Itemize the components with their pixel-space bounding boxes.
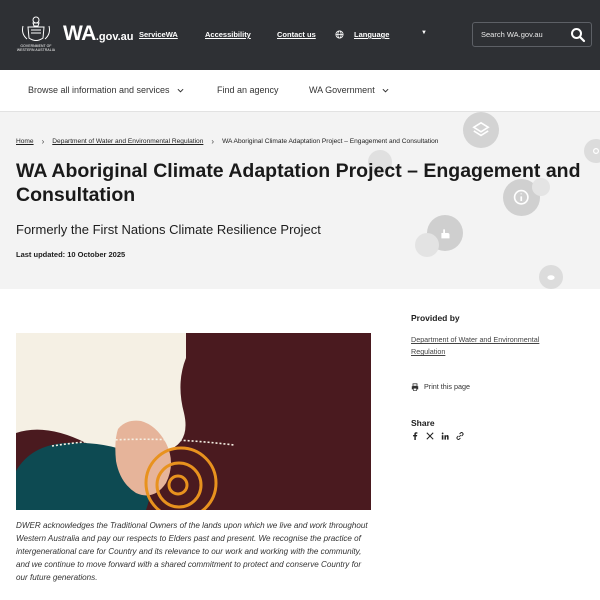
printer-icon: [411, 382, 419, 391]
language-selector[interactable]: Language: [354, 30, 389, 39]
logo-domain: .gov.au: [95, 31, 134, 43]
decorative-bubble: [415, 233, 439, 257]
page-subtitle: Formerly the First Nations Climate Resil…: [16, 222, 321, 237]
share-links: [411, 432, 464, 440]
chevron-down-icon: [382, 88, 389, 93]
page-hero: Home › Department of Water and Environme…: [0, 112, 600, 289]
chevron-right-icon: ›: [211, 137, 215, 146]
top-bar: GOVERNMENT OF WESTERN AUSTRALIA WA.gov.a…: [0, 0, 600, 70]
provider-link[interactable]: Department of Water and Environmental Re…: [411, 334, 571, 358]
contact-us-link[interactable]: Contact us: [277, 30, 316, 39]
servicewa-link[interactable]: ServiceWA: [139, 30, 178, 39]
search-placeholder: Search WA.gov.au: [481, 30, 543, 39]
breadcrumb-dwer[interactable]: Department of Water and Environmental Re…: [52, 138, 203, 145]
link-icon[interactable]: [456, 432, 464, 440]
nav-find-agency-label: Find an agency: [217, 85, 279, 95]
facebook-icon[interactable]: [411, 432, 419, 440]
breadcrumb-home[interactable]: Home: [16, 138, 34, 145]
print-page-button[interactable]: Print this page: [411, 382, 470, 391]
nav-wa-government-label: WA Government: [309, 85, 375, 95]
search-field[interactable]: Search WA.gov.au: [472, 22, 592, 47]
nav-browse-all[interactable]: Browse all information and services: [28, 85, 184, 95]
acknowledgement-caption: DWER acknowledges the Traditional Owners…: [16, 521, 368, 582]
page-title: WA Aboriginal Climate Adaptation Project…: [16, 160, 581, 206]
chevron-right-icon: ›: [41, 137, 45, 146]
decorative-bubble: [539, 265, 563, 289]
breadcrumb-current: WA Aboriginal Climate Adaptation Project…: [222, 138, 439, 145]
crest-caption: GOVERNMENT OF WESTERN AUSTRALIA: [16, 44, 56, 52]
decorative-bubble: [584, 139, 600, 163]
wa-gov-logo-text: WA.gov.au: [63, 22, 134, 46]
nav-wa-government[interactable]: WA Government: [309, 85, 389, 95]
x-icon[interactable]: [426, 432, 434, 440]
breadcrumb: Home › Department of Water and Environme…: [16, 137, 438, 146]
globe-icon: [335, 30, 344, 39]
main-nav: Browse all information and services Find…: [0, 70, 600, 112]
nav-browse-all-label: Browse all information and services: [28, 85, 170, 95]
aboriginal-artwork-image: [16, 333, 371, 510]
chevron-down-icon: [177, 88, 184, 93]
accessibility-link[interactable]: Accessibility: [205, 30, 251, 39]
search-icon[interactable]: [570, 27, 586, 43]
share-heading: Share: [411, 418, 435, 428]
language-caret-icon[interactable]: ▼: [421, 30, 427, 36]
nav-find-agency[interactable]: Find an agency: [217, 85, 279, 95]
print-page-label: Print this page: [424, 382, 470, 391]
provided-by-heading: Provided by: [411, 313, 460, 323]
logo-wa: WA: [63, 22, 96, 45]
linkedin-icon[interactable]: [441, 432, 449, 440]
last-updated: Last updated: 10 October 2025: [16, 250, 126, 259]
layers-bubble-icon: [463, 112, 499, 148]
